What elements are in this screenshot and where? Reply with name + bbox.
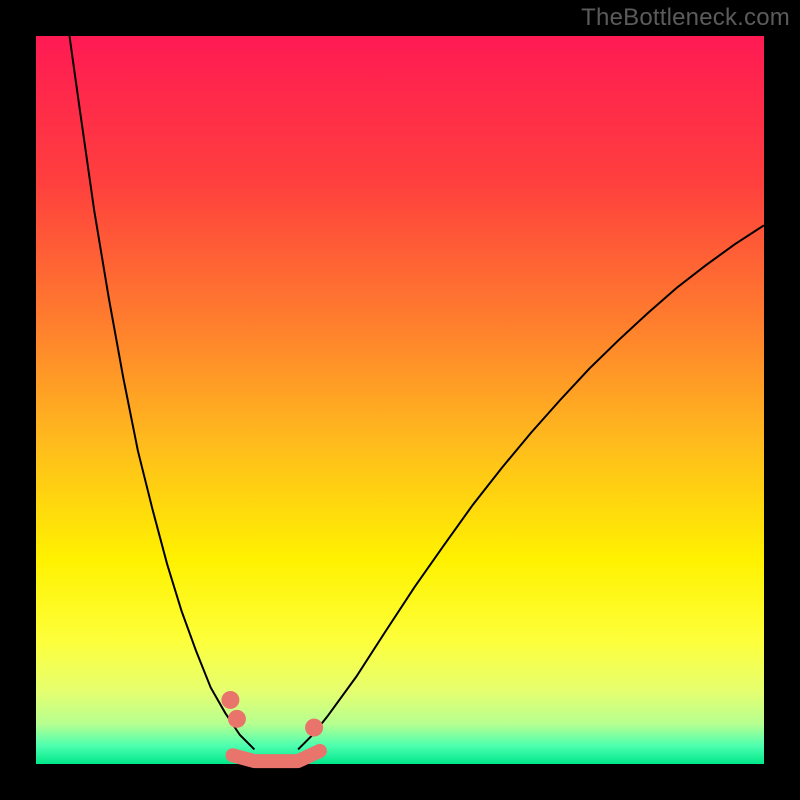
bottleneck-chart (0, 0, 800, 800)
dot-left-2 (228, 710, 246, 728)
plot-background (36, 36, 764, 764)
watermark-text: TheBottleneck.com (581, 4, 790, 32)
chart-container: TheBottleneck.com (0, 0, 800, 800)
dot-left-1 (221, 691, 239, 709)
dot-right-1 (305, 719, 323, 737)
